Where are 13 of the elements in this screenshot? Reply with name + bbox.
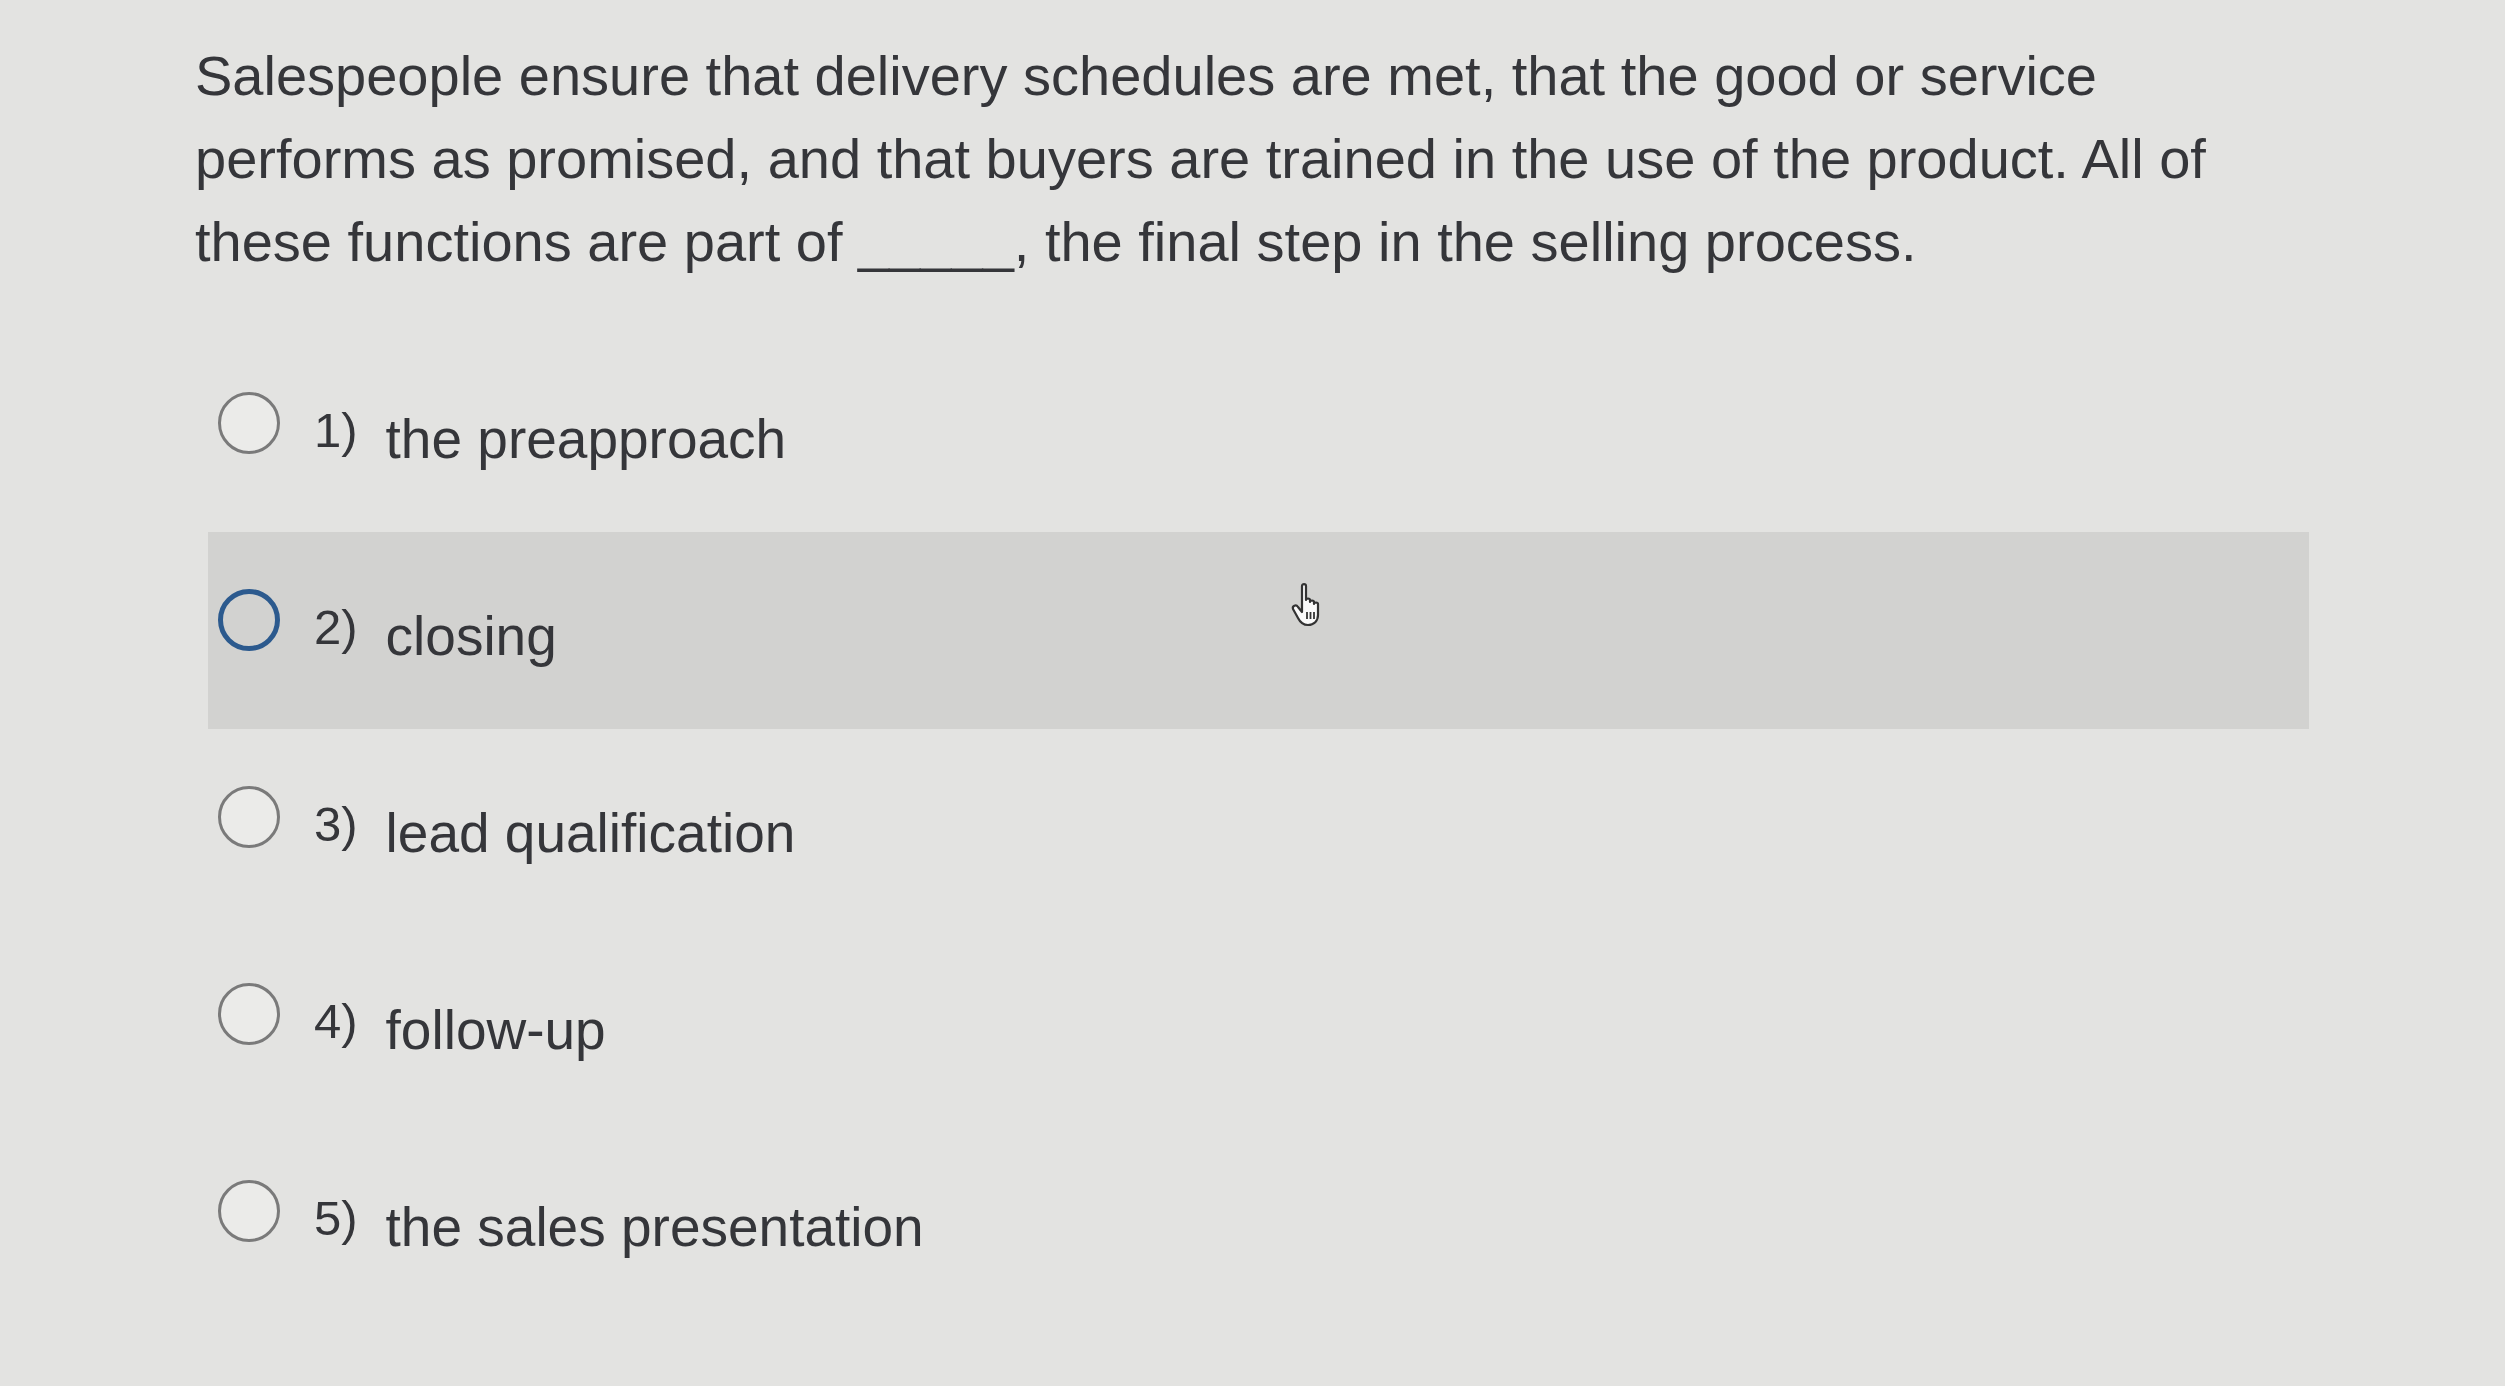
option-label[interactable]: the preapproach xyxy=(385,406,787,471)
highlighted-option-row[interactable]: 2) closing xyxy=(208,532,2309,729)
option-number: 3) xyxy=(314,795,358,852)
option-number: 5) xyxy=(314,1189,358,1246)
option-number: 2) xyxy=(314,598,358,655)
option-label[interactable]: lead qualification xyxy=(385,800,796,865)
question-text: Salespeople ensure that delivery schedules are met, that the good or service performs as promised, and that buyers are trained in the use of the product. All of these functions are part of _____, the final step in the selling process. xyxy=(195,43,2207,275)
option-number: 1) xyxy=(314,401,358,458)
option-number: 4) xyxy=(314,992,358,1049)
option-label[interactable]: closing xyxy=(385,603,557,668)
radio-button[interactable] xyxy=(218,588,280,651)
option-label[interactable]: the sales presentation xyxy=(385,1194,924,1259)
option-label[interactable]: follow-up xyxy=(385,997,606,1062)
